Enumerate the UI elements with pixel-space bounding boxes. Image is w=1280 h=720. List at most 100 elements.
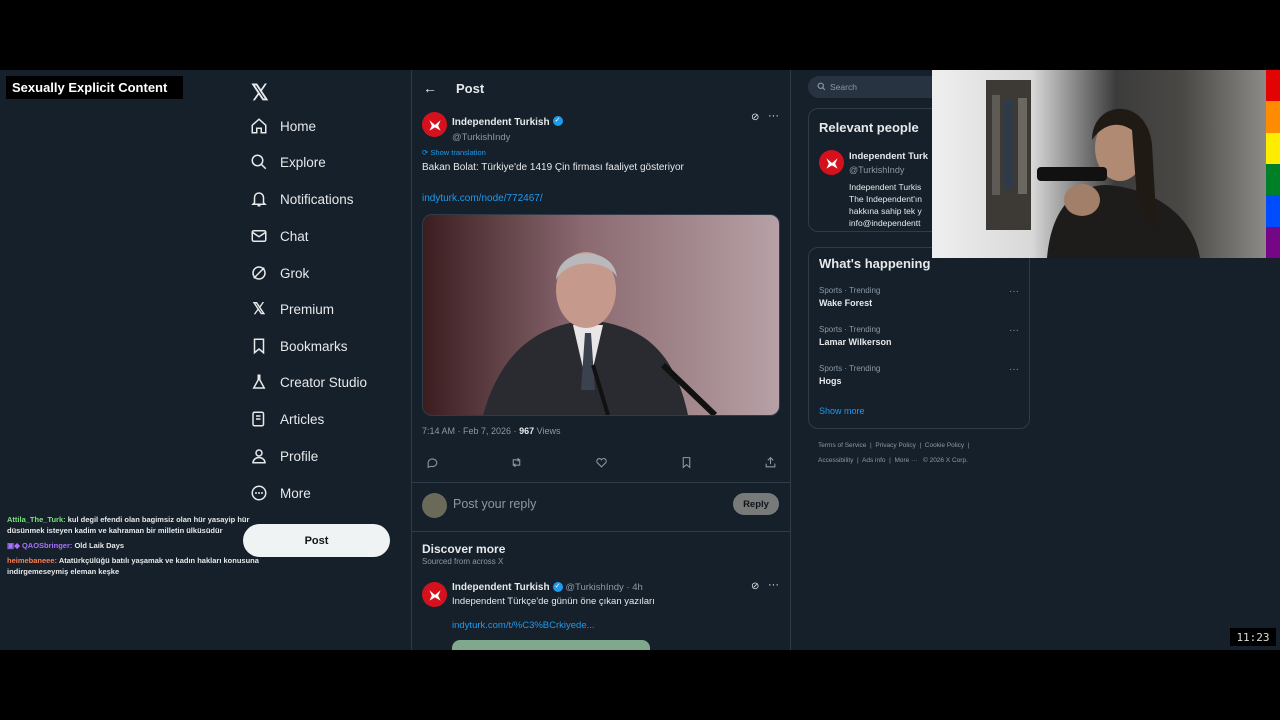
footer-separator: |: [967, 442, 970, 449]
bookmark-icon[interactable]: [680, 456, 693, 474]
bio-line: info@independentt: [849, 218, 921, 228]
bio-line: Independent Turkis: [849, 182, 922, 192]
chat-text: Old Laik Days: [74, 541, 125, 550]
nav-item-explore[interactable]: Explore: [249, 147, 326, 177]
reply-composer: Post your reply Reply: [412, 482, 790, 532]
avatar[interactable]: [422, 112, 447, 137]
trend-meta: Sports · Trending: [819, 364, 881, 373]
footer-link[interactable]: Cookie Policy: [925, 442, 964, 449]
trend-item[interactable]: Sports · Trending Hogs: [819, 364, 880, 386]
nav-label-creator-studio: Creator Studio: [280, 374, 368, 390]
trend-item[interactable]: Sports · Trending Wake Forest: [819, 286, 880, 308]
clock-display: 11:23: [1230, 628, 1276, 646]
show-translation-link[interactable]: ⟳ Show translation: [422, 148, 486, 157]
footer-separator: |: [870, 442, 872, 449]
chat-message: ▣◆ QAOSbringer: Old Laik Days: [7, 540, 277, 551]
grok-icon[interactable]: ⊘: [751, 581, 759, 592]
show-more-link[interactable]: Show more: [819, 406, 865, 416]
trend-name: Wake Forest: [819, 298, 873, 308]
rainbow-stripe: [1266, 70, 1280, 258]
tweet-photo[interactable]: [422, 214, 780, 416]
chat-username[interactable]: Attila_The_Turk:: [7, 515, 66, 524]
nav-item-premium[interactable]: 𝕏 Premium: [249, 294, 334, 324]
discover-title: Discover more: [422, 542, 506, 556]
chat-username[interactable]: heimebaneee:: [7, 556, 57, 565]
reply-icon[interactable]: [426, 456, 439, 474]
author-handle[interactable]: @TurkishIndy: [452, 132, 563, 143]
whats-happening-title: What's happening: [819, 256, 931, 271]
nav-label-more: More: [280, 485, 311, 501]
nav-label-chat: Chat: [280, 228, 309, 244]
trend-item[interactable]: Sports · Trending Lamar Wilkerson: [819, 325, 891, 347]
views-label: Views: [536, 426, 561, 436]
avatar[interactable]: [422, 582, 447, 607]
tweet-meta: 7:14 AM · Feb 7, 2026 · 967 Views: [422, 426, 560, 436]
nav-item-notifications[interactable]: Notifications: [249, 184, 354, 214]
like-icon[interactable]: [595, 456, 608, 474]
author-name[interactable]: Independent Turkish: [452, 117, 550, 128]
nav-item-bookmarks[interactable]: Bookmarks: [249, 331, 348, 361]
mail-icon: [249, 226, 269, 246]
more-options-icon[interactable]: ···: [1009, 364, 1019, 375]
nav-item-home[interactable]: Home: [249, 111, 316, 141]
retweet-icon[interactable]: [510, 456, 523, 474]
nav-item-grok[interactable]: Grok: [249, 258, 309, 288]
x-logo-icon[interactable]: 𝕏: [251, 80, 269, 106]
nav-label-home: Home: [280, 118, 317, 134]
bookmark-icon: [249, 336, 269, 356]
tweet-text: Bakan Bolat: Türkiye'de 1419 Çin firması…: [422, 162, 684, 173]
trend-name: Hogs: [819, 376, 842, 386]
stream-chat: Attila_The_Turk: kul degil efendi olan b…: [7, 514, 277, 581]
tweet-link[interactable]: indyturk.com/node/772467/: [422, 193, 543, 204]
discover-subtitle: Sourced from across X: [422, 557, 504, 566]
footer-links: Terms of Service | Privacy Policy | Cook…: [818, 438, 1018, 468]
chat-message: Attila_The_Turk: kul degil efendi olan b…: [7, 514, 277, 536]
translate-icon: ⟳: [422, 148, 429, 157]
post-header: ← Post: [412, 70, 790, 106]
search-input[interactable]: Search: [808, 76, 948, 98]
footer-link[interactable]: Accessibility: [818, 457, 853, 464]
discover-tweet-text: Independent Türkçe'de günün öne çıkan ya…: [452, 596, 655, 607]
nav-item-more[interactable]: More: [249, 478, 311, 508]
trend-name: Lamar Wilkerson: [819, 337, 892, 347]
nav-item-profile[interactable]: Profile: [249, 441, 318, 471]
footer-link[interactable]: Terms of Service: [818, 442, 866, 449]
content-warning-label: Sexually Explicit Content: [6, 76, 183, 99]
share-icon[interactable]: [764, 456, 777, 474]
nav-item-articles[interactable]: Articles: [249, 404, 324, 434]
discover-thumbnail[interactable]: [452, 640, 650, 650]
more-options-icon[interactable]: ···: [768, 110, 779, 122]
views-count: 967: [519, 426, 535, 436]
grok-icon[interactable]: ⊘: [751, 112, 759, 123]
discover-author-handle[interactable]: @TurkishIndy · 4h: [565, 582, 642, 593]
reply-input[interactable]: Post your reply: [453, 497, 536, 511]
more-options-icon[interactable]: ···: [768, 579, 779, 591]
more-options-icon[interactable]: ···: [1009, 325, 1019, 336]
chat-username[interactable]: QAOSbringer:: [22, 541, 72, 550]
x-logo-icon: 𝕏: [252, 301, 266, 318]
nav-item-chat[interactable]: Chat: [249, 221, 309, 251]
footer-link[interactable]: Privacy Policy: [875, 442, 915, 449]
nav-label-profile: Profile: [280, 448, 319, 464]
nav-label-articles: Articles: [280, 411, 325, 427]
footer-link[interactable]: Ads info: [862, 457, 886, 464]
nav-item-creator-studio[interactable]: Creator Studio: [249, 367, 367, 397]
discover-author-name[interactable]: Independent Turkish: [452, 582, 550, 593]
article-icon: [249, 409, 269, 429]
more-circle-icon: [249, 483, 269, 503]
footer-link[interactable]: More ···: [894, 457, 917, 464]
more-options-icon[interactable]: ···: [1009, 286, 1019, 297]
back-arrow-icon[interactable]: ←: [423, 80, 437, 96]
footer-separator: |: [919, 442, 922, 449]
discover-tweet-link[interactable]: indyturk.com/t/%C3%BCrkiyede...: [452, 620, 595, 631]
reply-button[interactable]: Reply: [733, 493, 779, 515]
tweet-timestamp[interactable]: 7:14 AM · Feb 7, 2026 ·: [422, 426, 517, 436]
person-handle[interactable]: @TurkishIndy: [849, 165, 904, 175]
flask-icon: [249, 372, 269, 392]
person-name[interactable]: Independent Turk: [849, 151, 928, 162]
verified-badge-icon: ✓: [552, 115, 563, 126]
bio-line: hakkına sahip tek y: [849, 206, 922, 216]
avatar: [422, 493, 447, 518]
tweet-actions: [412, 456, 790, 474]
avatar[interactable]: [819, 150, 844, 175]
